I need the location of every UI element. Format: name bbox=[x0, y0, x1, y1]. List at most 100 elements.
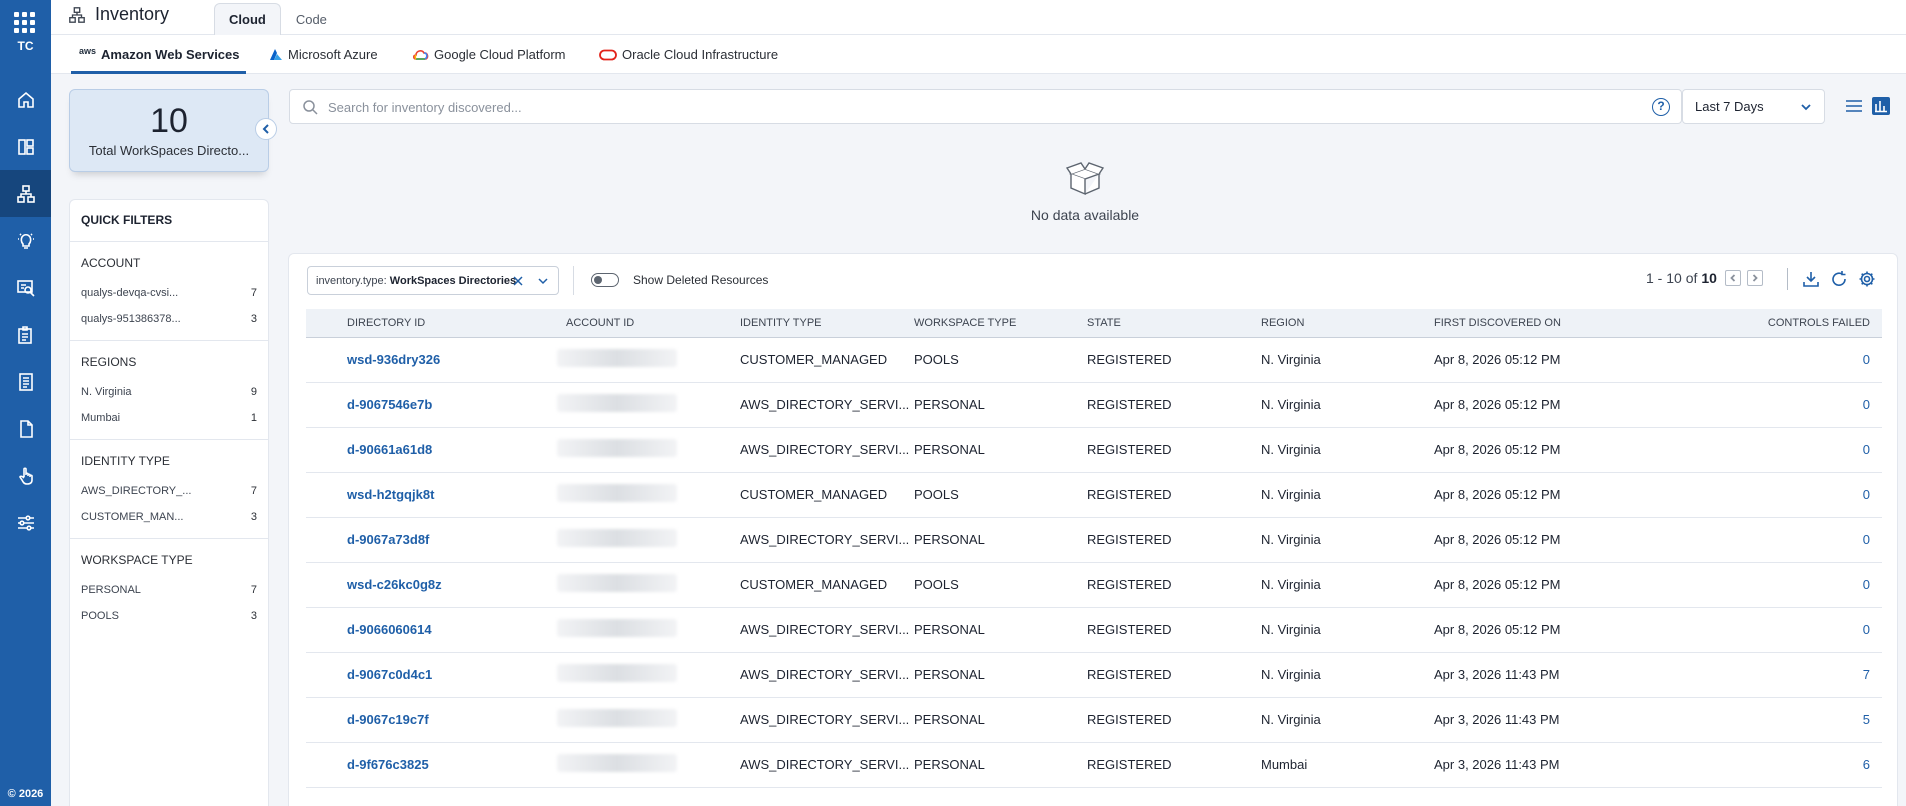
provider-label: Google Cloud Platform bbox=[434, 47, 566, 62]
remediation-hand-icon[interactable] bbox=[0, 452, 51, 499]
chart-view-icon[interactable] bbox=[1872, 97, 1890, 115]
table-row[interactable]: d-9066060614 AWS_DIRECTORY_SERVI... PERSON… bbox=[306, 607, 1882, 652]
quick-filters-title: QUICK FILTERS bbox=[70, 200, 268, 242]
table-row[interactable]: wsd-c26kc0g8z CUSTOMER_MANAGED POOLS REGIST… bbox=[306, 562, 1882, 607]
directory-id-link[interactable]: d-9067c0d4c1 bbox=[306, 652, 566, 697]
chevron-down-icon[interactable] bbox=[537, 275, 549, 287]
filter-item[interactable]: qualys-devqa-cvsi... 7 bbox=[81, 280, 257, 306]
total-count-card[interactable]: 10 Total WorkSpaces Directo... bbox=[69, 89, 269, 172]
provider-tab-gcp[interactable]: Google Cloud Platform bbox=[413, 35, 566, 74]
assessment-icon[interactable] bbox=[0, 311, 51, 358]
directory-id-link[interactable]: wsd-h2tgqjk8t bbox=[306, 472, 566, 517]
dashboard-icon[interactable] bbox=[0, 123, 51, 170]
directory-id-link[interactable]: d-9f676c3825 bbox=[306, 742, 566, 787]
redacted-value bbox=[557, 394, 677, 412]
total-count: 10 bbox=[150, 102, 188, 140]
directory-id-link[interactable]: d-9066060614 bbox=[306, 607, 566, 652]
provider-tab-aws[interactable]: aws Amazon Web Services bbox=[71, 35, 245, 74]
time-period-select[interactable]: Last 7 Days bbox=[1682, 89, 1825, 124]
settings-sliders-icon[interactable] bbox=[0, 499, 51, 546]
column-header-state[interactable]: STATE bbox=[1087, 309, 1261, 338]
close-icon[interactable] bbox=[512, 275, 524, 287]
directory-id-link[interactable]: wsd-936dry326 bbox=[306, 337, 566, 382]
table-row[interactable]: d-9067a73d8f AWS_DIRECTORY_SERVI... PERSON… bbox=[306, 517, 1882, 562]
gear-icon[interactable] bbox=[1858, 270, 1876, 288]
filter-item[interactable]: N. Virginia 9 bbox=[81, 379, 257, 405]
workspace-type-cell: PERSONAL bbox=[914, 712, 985, 727]
first-discovered-cell: Apr 8, 2026 05:12 PM bbox=[1434, 577, 1561, 592]
column-header-directory-id[interactable]: DIRECTORY ID bbox=[306, 309, 566, 338]
filter-item-label: PERSONAL bbox=[81, 584, 141, 596]
next-page-button[interactable] bbox=[1746, 270, 1763, 286]
filter-item[interactable]: POOLS 3 bbox=[81, 603, 257, 629]
state-cell: REGISTERED bbox=[1087, 712, 1172, 727]
controls-failed-link[interactable]: 0 bbox=[1634, 607, 1882, 652]
table-row[interactable]: wsd-936dry326 CUSTOMER_MANAGED POOLS REGIST… bbox=[306, 337, 1882, 382]
controls-failed-link[interactable]: 7 bbox=[1634, 652, 1882, 697]
insights-icon[interactable] bbox=[0, 217, 51, 264]
reports-icon[interactable] bbox=[0, 358, 51, 405]
controls-failed-link[interactable]: 0 bbox=[1634, 382, 1882, 427]
controls-failed-link[interactable]: 0 bbox=[1634, 472, 1882, 517]
filter-item[interactable]: CUSTOMER_MAN... 3 bbox=[81, 504, 257, 530]
column-header-identity-type[interactable]: IDENTITY TYPE bbox=[740, 309, 914, 338]
document-icon[interactable] bbox=[0, 405, 51, 452]
controls-failed-link[interactable]: 6 bbox=[1634, 742, 1882, 787]
provider-tab-azure[interactable]: Microsoft Azure bbox=[269, 35, 378, 74]
redacted-value bbox=[557, 754, 677, 772]
list-view-icon[interactable] bbox=[1845, 98, 1863, 114]
controls-failed-link[interactable]: 5 bbox=[1634, 697, 1882, 742]
table-row[interactable]: d-9067c0d4c1 AWS_DIRECTORY_SERVI... PERSON… bbox=[306, 652, 1882, 697]
search-detections-icon[interactable] bbox=[0, 264, 51, 311]
filter-chip[interactable]: inventory.type: WorkSpaces Directories bbox=[307, 266, 559, 295]
redacted-value bbox=[557, 484, 677, 502]
show-deleted-toggle[interactable] bbox=[591, 273, 619, 287]
directory-id-link[interactable]: d-9067c19c7f bbox=[306, 697, 566, 742]
region-cell: N. Virginia bbox=[1261, 397, 1321, 412]
directory-id-link[interactable]: d-9067546e7b bbox=[306, 382, 566, 427]
table-row[interactable]: wsd-h2tgqjk8t CUSTOMER_MANAGED POOLS REGIST… bbox=[306, 472, 1882, 517]
prev-page-button[interactable] bbox=[1724, 270, 1741, 286]
search-input[interactable] bbox=[328, 96, 1528, 118]
collapse-panel-button[interactable] bbox=[255, 118, 277, 140]
column-header-workspace-type[interactable]: WORKSPACE TYPE bbox=[914, 309, 1087, 338]
account-id-redacted bbox=[557, 652, 740, 697]
download-icon[interactable] bbox=[1802, 270, 1820, 288]
filter-item[interactable]: AWS_DIRECTORY_... 7 bbox=[81, 478, 257, 504]
user-initials[interactable]: TC bbox=[0, 39, 51, 53]
tab-cloud[interactable]: Cloud bbox=[214, 3, 281, 35]
region-cell: N. Virginia bbox=[1261, 622, 1321, 637]
inventory-icon[interactable] bbox=[0, 170, 51, 217]
table-row[interactable]: d-9f676c3825 AWS_DIRECTORY_SERVI... PERSON… bbox=[306, 742, 1882, 787]
column-header-region[interactable]: REGION bbox=[1261, 309, 1434, 338]
first-discovered-cell: Apr 8, 2026 05:12 PM bbox=[1434, 622, 1561, 637]
filter-item[interactable]: qualys-951386378... 3 bbox=[81, 306, 257, 332]
refresh-icon[interactable] bbox=[1830, 270, 1848, 288]
controls-failed-link[interactable]: 0 bbox=[1634, 427, 1882, 472]
empty-box-icon bbox=[1065, 162, 1105, 196]
filter-item[interactable]: Mumbai 1 bbox=[81, 405, 257, 431]
table-row[interactable]: d-9067c19c7f AWS_DIRECTORY_SERVI... PERSON… bbox=[306, 697, 1882, 742]
tab-code[interactable]: Code bbox=[281, 3, 342, 35]
help-icon[interactable]: ? bbox=[1652, 98, 1670, 116]
directory-id-link[interactable]: d-9067a73d8f bbox=[306, 517, 566, 562]
search-icon bbox=[303, 100, 318, 115]
directory-id-link[interactable]: d-90661a61d8 bbox=[306, 427, 566, 472]
identity-type-cell: CUSTOMER_MANAGED bbox=[740, 352, 888, 367]
provider-tab-oci[interactable]: Oracle Cloud Infrastructure bbox=[599, 35, 778, 74]
controls-failed-link[interactable]: 0 bbox=[1634, 517, 1882, 562]
pagination-total: 10 bbox=[1701, 270, 1717, 286]
table-row[interactable]: d-90661a61d8 AWS_DIRECTORY_SERVI... PERSON… bbox=[306, 427, 1882, 472]
column-header-controls-failed[interactable]: CONTROLS FAILED bbox=[1634, 309, 1882, 338]
filter-item-count: 7 bbox=[250, 485, 257, 497]
home-icon[interactable] bbox=[0, 76, 51, 123]
directory-id-link[interactable]: wsd-c26kc0g8z bbox=[306, 562, 566, 607]
controls-failed-link[interactable]: 0 bbox=[1634, 337, 1882, 382]
redacted-value bbox=[557, 439, 677, 457]
filter-item[interactable]: PERSONAL 7 bbox=[81, 577, 257, 603]
column-header-first-discovered[interactable]: FIRST DISCOVERED ON bbox=[1434, 309, 1634, 338]
controls-failed-link[interactable]: 0 bbox=[1634, 562, 1882, 607]
table-row[interactable]: d-9067546e7b AWS_DIRECTORY_SERVI... PERSON… bbox=[306, 382, 1882, 427]
apps-grid-icon[interactable] bbox=[14, 12, 36, 33]
column-header-account-id[interactable]: ACCOUNT ID bbox=[566, 309, 740, 338]
